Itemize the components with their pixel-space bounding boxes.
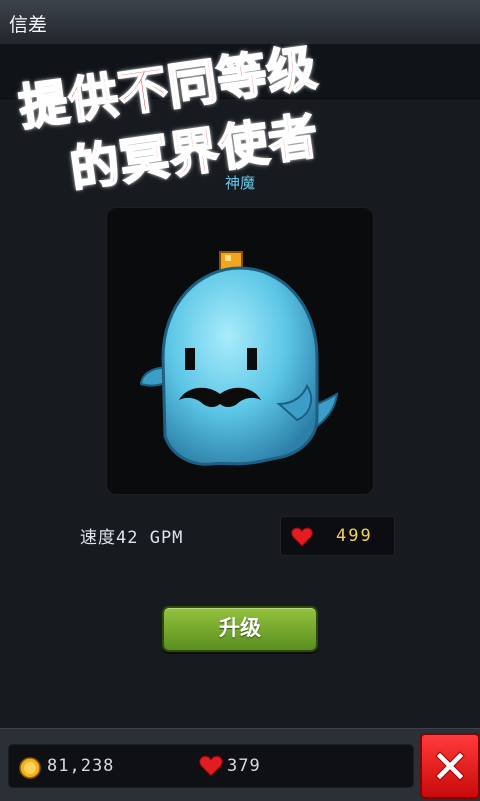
heart-icon <box>199 755 223 777</box>
pet-name: 神魔 <box>224 174 255 192</box>
heart-icon <box>291 527 313 547</box>
coin-count: 81,238 <box>47 756 115 776</box>
hearts-cost-value: 499 <box>336 526 373 546</box>
ghost-icon <box>139 251 339 466</box>
speed-stat: 速度42 GPM <box>80 528 184 548</box>
close-button[interactable] <box>420 733 480 799</box>
hearts-cost-box: 499 <box>280 516 395 556</box>
close-x-icon <box>435 751 465 781</box>
pet-portrait <box>106 207 374 495</box>
heart-count: 379 <box>227 756 261 776</box>
resource-panel: 81,238 379 <box>8 744 414 788</box>
upgrade-button[interactable]: 升级 <box>162 606 318 652</box>
window-title: 信差 <box>9 14 48 36</box>
coin-icon <box>19 757 41 779</box>
bottom-bar: 81,238 379 <box>0 728 480 801</box>
